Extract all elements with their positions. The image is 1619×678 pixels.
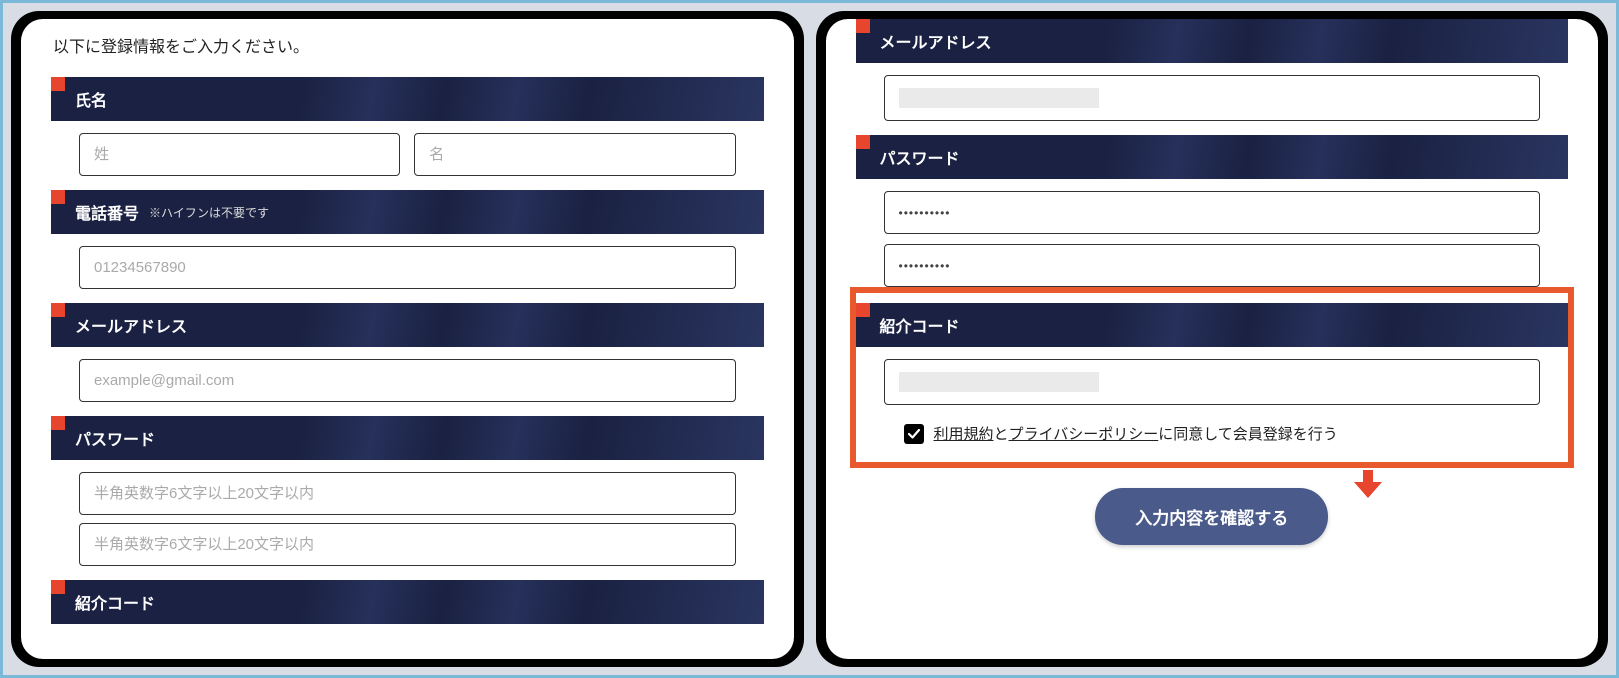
phone-note: ※ハイフンは不要です [149, 204, 269, 221]
privacy-link[interactable]: プライバシーポリシー [1009, 426, 1159, 443]
phone-screen-right: メールアドレス パスワード •••••••••• •••••••••• 紹介コー… [826, 19, 1599, 659]
password-dots: •••••••••• [899, 206, 951, 220]
instruction-text: 以下に登録情報をご入力ください。 [51, 33, 764, 57]
password-confirm-dots: •••••••••• [899, 259, 951, 273]
redacted-referral-icon [899, 372, 1099, 392]
phone-input[interactable] [79, 246, 736, 289]
submit-wrap: 入力内容を確認する [856, 488, 1569, 545]
section-header-referral: 紹介コード [51, 580, 764, 624]
phone-frame-right: メールアドレス パスワード •••••••••• •••••••••• 紹介コー… [816, 11, 1609, 667]
section-header-email: メールアドレス [51, 303, 764, 347]
terms-link[interactable]: 利用規約 [934, 426, 994, 443]
consent-row: 利用規約とプライバシーポリシーに同意して会員登録を行う [856, 413, 1569, 444]
referral-input-filled[interactable] [884, 359, 1541, 405]
check-icon [907, 427, 921, 441]
section-header-email-r: メールアドレス [856, 19, 1569, 63]
redacted-email-icon [899, 88, 1099, 108]
password-input-filled[interactable]: •••••••••• [884, 191, 1541, 234]
consent-text: 利用規約とプライバシーポリシーに同意して会員登録を行う [934, 423, 1338, 444]
section-header-name: 氏名 [51, 77, 764, 121]
section-label: パスワード [75, 426, 155, 450]
first-name-input[interactable] [414, 133, 735, 176]
phone-frame-left: 以下に登録情報をご入力ください。 氏名 電話番号 ※ハイフンは不要です メールア… [11, 11, 804, 667]
section-header-phone: 電話番号 ※ハイフンは不要です [51, 190, 764, 234]
consent-checkbox[interactable] [904, 424, 924, 444]
section-label: 紹介コード [880, 313, 960, 337]
confirm-button[interactable]: 入力内容を確認する [1095, 488, 1328, 545]
password-input[interactable] [79, 472, 736, 515]
password-confirm-input[interactable] [79, 523, 736, 566]
last-name-input[interactable] [79, 133, 400, 176]
section-label: メールアドレス [75, 313, 187, 337]
email-input[interactable] [79, 359, 736, 402]
section-header-referral-r: 紹介コード [856, 303, 1569, 347]
section-label: 紹介コード [75, 590, 155, 614]
password-confirm-input-filled[interactable]: •••••••••• [884, 244, 1541, 287]
section-header-password-r: パスワード [856, 135, 1569, 179]
section-label: 電話番号 [75, 200, 139, 224]
section-label: メールアドレス [880, 29, 992, 53]
email-input-filled[interactable] [884, 75, 1541, 121]
section-header-password: パスワード [51, 416, 764, 460]
section-label: パスワード [880, 145, 960, 169]
section-label: 氏名 [75, 87, 107, 111]
referral-highlight-box: 紹介コード 利用規約とプライバシーポリシーに同意して会員登録を行う [850, 287, 1575, 468]
phone-screen-left: 以下に登録情報をご入力ください。 氏名 電話番号 ※ハイフンは不要です メールア… [21, 19, 794, 659]
